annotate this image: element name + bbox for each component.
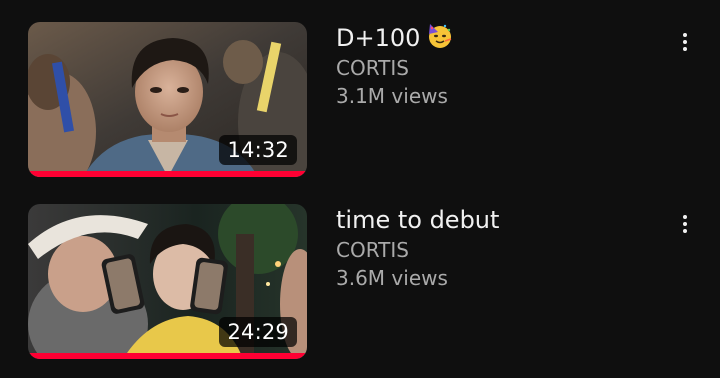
video-thumbnail[interactable]: 24:29: [28, 204, 307, 359]
watch-progress-fill: [28, 171, 307, 177]
watch-progress-fill: [28, 353, 307, 359]
video-meta: time to debut CORTIS 3.6M views: [336, 204, 656, 292]
video-duration: 14:32: [219, 135, 297, 165]
watch-progress-bar: [28, 353, 307, 359]
watch-progress-bar: [28, 171, 307, 177]
video-thumbnail[interactable]: 14:32: [28, 22, 307, 177]
more-options-button[interactable]: [674, 212, 696, 246]
more-vert-icon: [683, 33, 687, 37]
view-count: 3.1M views: [336, 84, 448, 108]
video-meta: D+100 CORTIS 3.1M views: [336, 22, 656, 110]
video-title[interactable]: time to debut: [336, 204, 656, 236]
video-title-text: D+100: [336, 24, 421, 52]
partying-face-icon: [429, 24, 452, 48]
more-options-button[interactable]: [674, 30, 696, 64]
video-duration: 24:29: [219, 317, 297, 347]
video-title[interactable]: D+100: [336, 22, 656, 54]
more-vert-icon: [683, 215, 687, 219]
channel-name[interactable]: CORTIS: [336, 236, 656, 264]
channel-name[interactable]: CORTIS: [336, 54, 656, 82]
view-count: 3.6M views: [336, 266, 448, 290]
